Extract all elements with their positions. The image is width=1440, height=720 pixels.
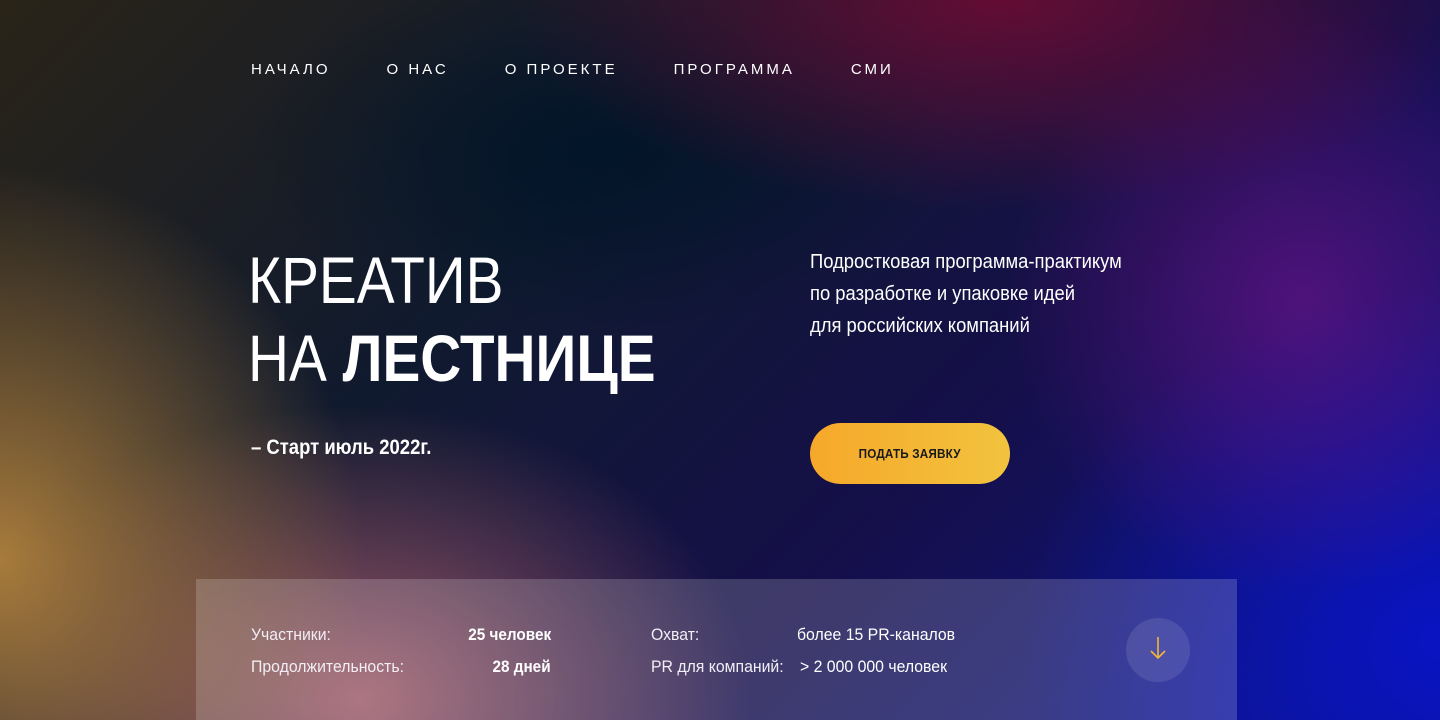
nav-item-about-us[interactable]: О НАС [387,58,449,82]
participants-value: 25 человек [468,625,551,644]
description-line: Подростковая программа-практикум [810,251,1122,273]
duration-label: Продолжительность: [251,657,404,676]
apply-button-label: ПОДАТЬ ЗАЯВКУ [858,446,962,461]
hero-title-line-2: НА ЛЕСТНИЦЕ [248,318,656,398]
reach-label: Охват: [651,625,700,644]
arrow-down-icon [1148,635,1168,666]
apply-button[interactable]: ПОДАТЬ ЗАЯВКУ [810,423,1010,484]
participants-label: Участники: [251,625,331,644]
main-nav: НАЧАЛО О НАС О ПРОЕКТЕ ПРОГРАММА СМИ [251,58,950,82]
hero-title-bold: ЛЕСТНИЦЕ [342,321,656,395]
hero-description: Подростковая программа-практикум по разр… [810,246,1160,342]
nav-item-about-project[interactable]: О ПРОЕКТЕ [505,58,618,82]
hero-title-light: НА [248,321,327,395]
reach-value: более 15 PR-каналов [797,625,956,644]
nav-item-start[interactable]: НАЧАЛО [251,58,331,82]
pr-label: PR для компаний: [651,657,784,676]
nav-item-media[interactable]: СМИ [851,58,894,82]
pr-value: > 2 000 000 человек [800,657,947,676]
stats-bar: Участники: 25 человек Продолжительность:… [196,579,1237,720]
description-line: для российских компаний [810,315,1030,337]
hero-title-line-1: КРЕАТИВ [248,243,504,317]
duration-value: 28 дней [492,657,551,676]
description-line: по разработке и упаковке идей [810,283,1076,305]
scroll-down-button[interactable] [1126,618,1190,682]
nav-item-program[interactable]: ПРОГРАММА [674,58,795,82]
start-date: – Старт июль 2022г. [251,436,432,459]
